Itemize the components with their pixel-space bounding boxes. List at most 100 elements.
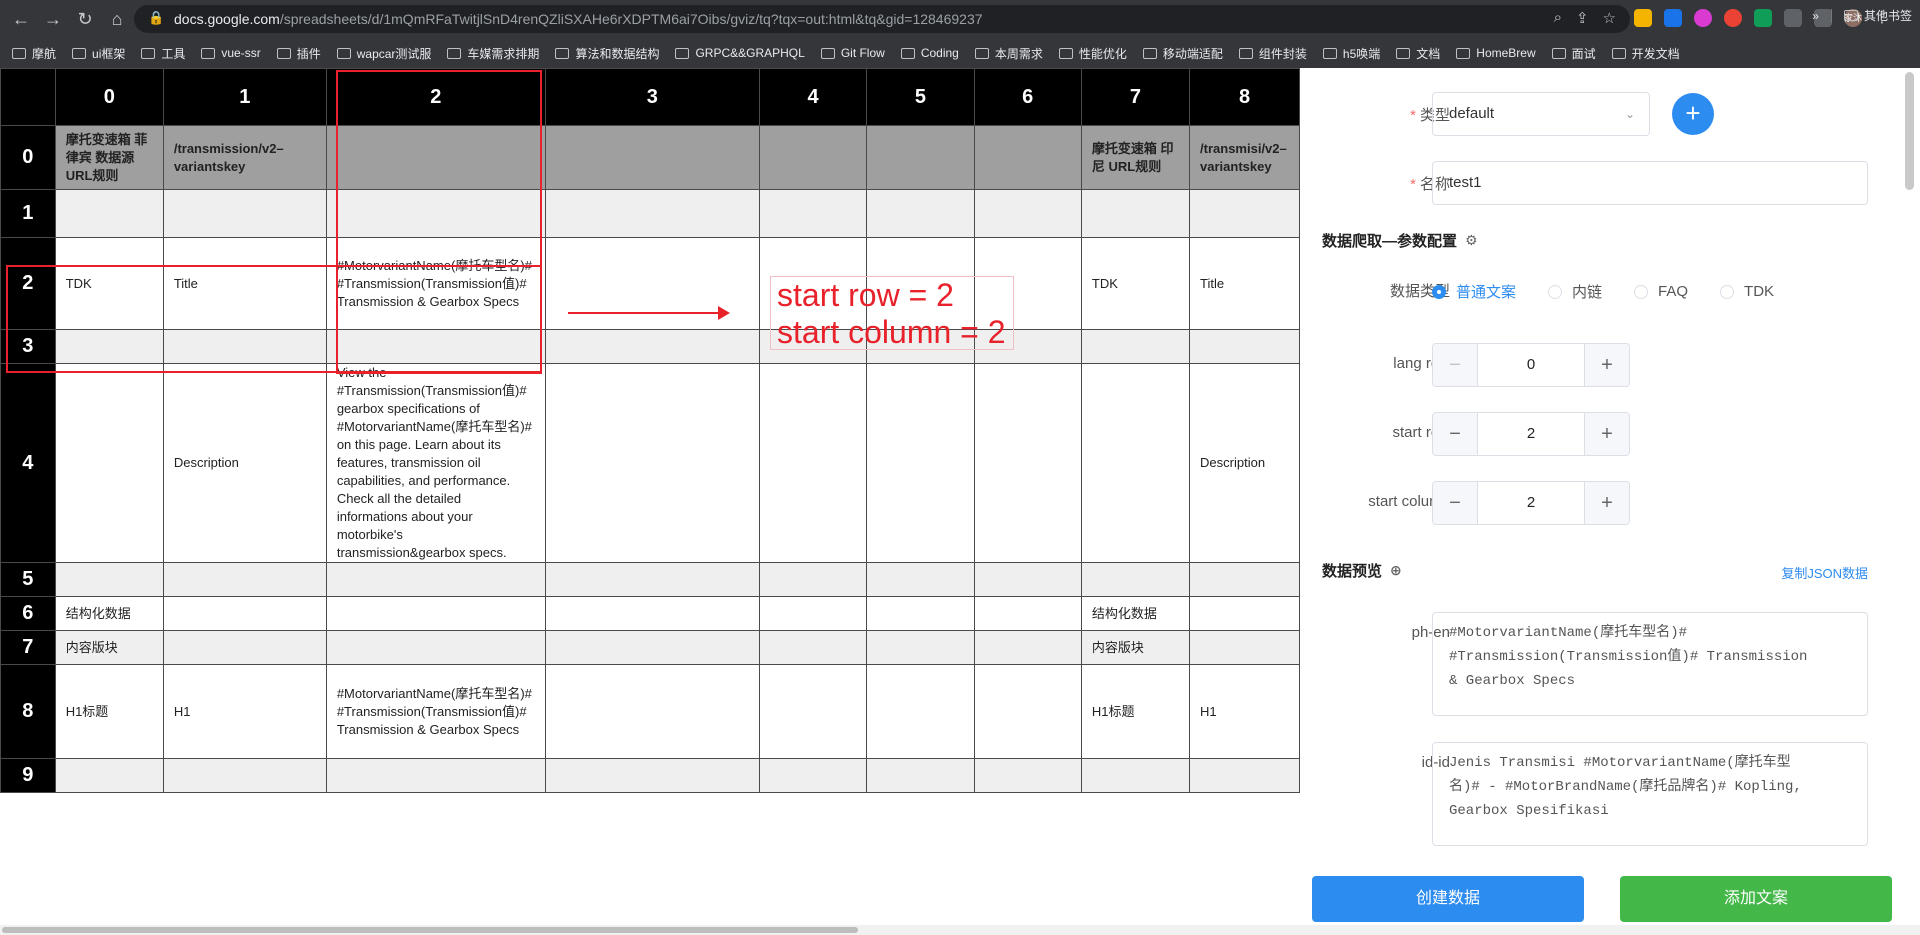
bookmark-item[interactable]: 开发文档 [1611,45,1680,62]
table-cell[interactable] [758,596,868,631]
name-input[interactable]: test1 [1432,161,1868,205]
table-cell[interactable]: H1标题 [1080,664,1191,759]
column-header[interactable]: 3 [544,68,760,126]
bookmark-item[interactable]: 插件 [276,45,321,62]
table-cell[interactable] [1189,562,1300,597]
table-cell[interactable] [973,363,1082,563]
table-cell[interactable] [866,363,975,563]
table-cell[interactable] [544,125,760,190]
copy-json-link[interactable]: 复制JSON数据 [1781,563,1868,582]
table-cell[interactable] [1080,329,1191,364]
table-cell[interactable]: H1 [1189,664,1300,759]
table-cell[interactable] [544,189,760,238]
table-cell[interactable] [325,596,546,631]
table-cell[interactable] [973,596,1082,631]
bookmark-item[interactable]: GRPC&&GRAPHQL [675,46,805,60]
table-cell[interactable] [866,630,975,665]
table-cell[interactable]: Title [1189,237,1300,330]
table-cell[interactable] [866,596,975,631]
table-cell[interactable] [758,664,868,759]
bookmark-item[interactable]: 移动端适配 [1142,45,1223,62]
row-header[interactable]: 0 [0,125,56,190]
bookmark-item[interactable]: 算法和数据结构 [555,45,659,62]
table-cell[interactable]: Description [1189,363,1300,563]
bookmark-item[interactable]: vue-ssr [201,46,261,60]
column-header[interactable]: 0 [54,68,164,126]
other-bookmarks[interactable]: 其他书签 [1864,7,1912,24]
data-type-radio[interactable]: 内链 [1548,281,1602,302]
table-cell[interactable] [54,189,164,238]
zoom-in-icon[interactable]: ⊕ [1390,562,1402,579]
table-cell[interactable] [54,758,164,793]
table-cell[interactable] [1080,363,1191,563]
table-cell[interactable] [54,363,164,563]
column-header[interactable]: 8 [1189,68,1300,126]
table-cell[interactable] [758,630,868,665]
table-cell[interactable] [544,363,760,563]
table-cell[interactable]: 摩托变速箱 菲律宾 数据源URL规则 [54,125,164,190]
table-cell[interactable] [866,664,975,759]
table-cell[interactable] [758,189,868,238]
row-header[interactable]: 1 [0,189,56,238]
bookmark-star-icon[interactable]: ☆ [1603,9,1616,29]
table-cell[interactable] [162,758,327,793]
data-type-radio[interactable]: 普通文案 [1432,281,1516,302]
table-cell[interactable] [758,363,868,563]
table-cell[interactable]: /transmission/v2–variantskey [162,125,327,190]
row-header[interactable]: 6 [0,596,56,631]
table-cell[interactable] [973,630,1082,665]
bookmark-item[interactable]: 本周需求 [974,45,1043,62]
bookmark-item[interactable]: HomeBrew [1456,46,1536,60]
table-cell[interactable] [973,758,1082,793]
row-header[interactable]: 5 [0,562,56,597]
add-copy-button[interactable]: 添加文案 [1620,876,1892,922]
extension-icon[interactable] [1634,9,1652,27]
table-cell[interactable] [973,664,1082,759]
column-header[interactable]: 5 [866,68,975,126]
table-cell[interactable]: 内容版块 [54,630,164,665]
increment-button[interactable]: + [1585,482,1629,524]
table-cell[interactable] [162,562,327,597]
share-icon[interactable]: ⇪ [1576,9,1589,29]
bookmark-item[interactable]: Coding [900,46,959,60]
table-cell[interactable] [162,596,327,631]
bookmark-item[interactable]: Git Flow [820,46,885,60]
table-cell[interactable] [1080,758,1191,793]
table-cell[interactable] [325,562,546,597]
reload-icon[interactable]: ↻ [74,8,96,30]
table-cell[interactable]: 结构化数据 [54,596,164,631]
table-cell[interactable] [544,630,760,665]
table-cell[interactable] [758,125,868,190]
table-cell[interactable] [325,758,546,793]
decrement-button[interactable]: − [1433,413,1477,455]
url-bar[interactable]: 🔒 docs.google.com/spreadsheets/d/1mQmRFa… [134,5,1630,33]
table-cell[interactable] [544,596,760,631]
table-cell[interactable]: H1 [162,664,327,759]
bookmark-item[interactable]: 面试 [1551,45,1596,62]
table-cell[interactable] [54,562,164,597]
table-cell[interactable]: #MotorvariantName(摩托车型名)# #Transmission(… [325,664,546,759]
bookmark-item[interactable]: 车媒需求排期 [447,45,539,62]
puzzle-icon[interactable] [1784,9,1802,27]
extension-icon[interactable] [1754,9,1772,27]
table-cell[interactable]: View the #Transmission(Transmission值)# g… [325,363,546,563]
table-cell[interactable] [973,189,1082,238]
column-header[interactable]: 4 [758,68,868,126]
bookmark-item[interactable]: 组件封装 [1238,45,1307,62]
increment-button[interactable]: + [1585,413,1629,455]
table-cell[interactable]: 结构化数据 [1080,596,1191,631]
stepper-value[interactable]: 2 [1477,482,1585,524]
table-cell[interactable] [1080,562,1191,597]
column-header[interactable]: 6 [973,68,1082,126]
table-cell[interactable] [1080,189,1191,238]
table-cell[interactable]: H1标题 [54,664,164,759]
zoom-icon[interactable]: ⌕ [1554,9,1562,29]
type-select[interactable]: default ⌄ [1432,92,1650,136]
table-cell[interactable] [1189,758,1300,793]
home-icon[interactable]: ⌂ [106,8,128,30]
table-cell[interactable] [1189,189,1300,238]
table-cell[interactable] [1189,596,1300,631]
table-cell[interactable] [866,125,975,190]
row-header[interactable]: 8 [0,664,56,759]
table-cell[interactable] [1189,630,1300,665]
